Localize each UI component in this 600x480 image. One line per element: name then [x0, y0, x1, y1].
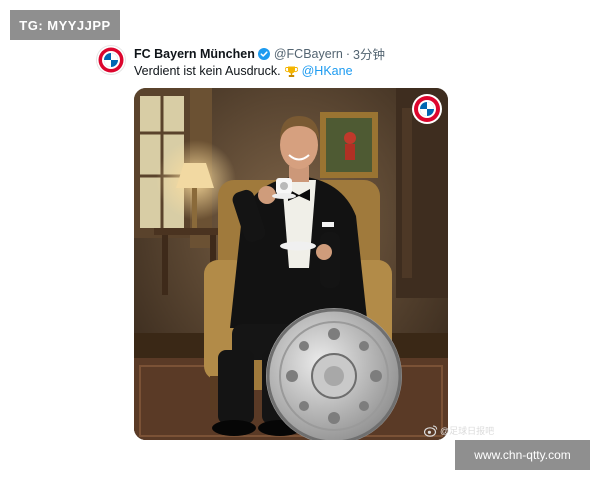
weibo-watermark: @足球日报吧 — [424, 424, 494, 437]
mention-link[interactable]: @HKane — [302, 64, 353, 78]
separator-dot: · — [345, 46, 350, 61]
trophy-emoji-icon — [284, 65, 298, 78]
tweet-text: Verdient ist kein Ausdruck. @HKane — [134, 64, 353, 78]
tg-watermark: TG: MYYJJPP — [10, 10, 120, 40]
account-handle[interactable]: @FCBayern — [274, 47, 343, 61]
tweet-header: FC Bayern München @FCBayern · 3分钟 — [134, 44, 385, 63]
tweet-body: Verdient ist kein Ausdruck. — [134, 64, 281, 78]
account-name[interactable]: FC Bayern München — [134, 47, 255, 61]
fc-bayern-logo-icon[interactable] — [96, 45, 126, 75]
weibo-handle: @足球日报吧 — [440, 426, 495, 436]
weibo-logo-icon — [424, 425, 438, 437]
verified-badge-icon — [257, 47, 270, 60]
site-url-watermark: www.chn-qtty.com — [455, 440, 590, 470]
tweet-timestamp[interactable]: 3分钟 — [353, 44, 385, 63]
tweet-media-image[interactable] — [134, 88, 448, 440]
